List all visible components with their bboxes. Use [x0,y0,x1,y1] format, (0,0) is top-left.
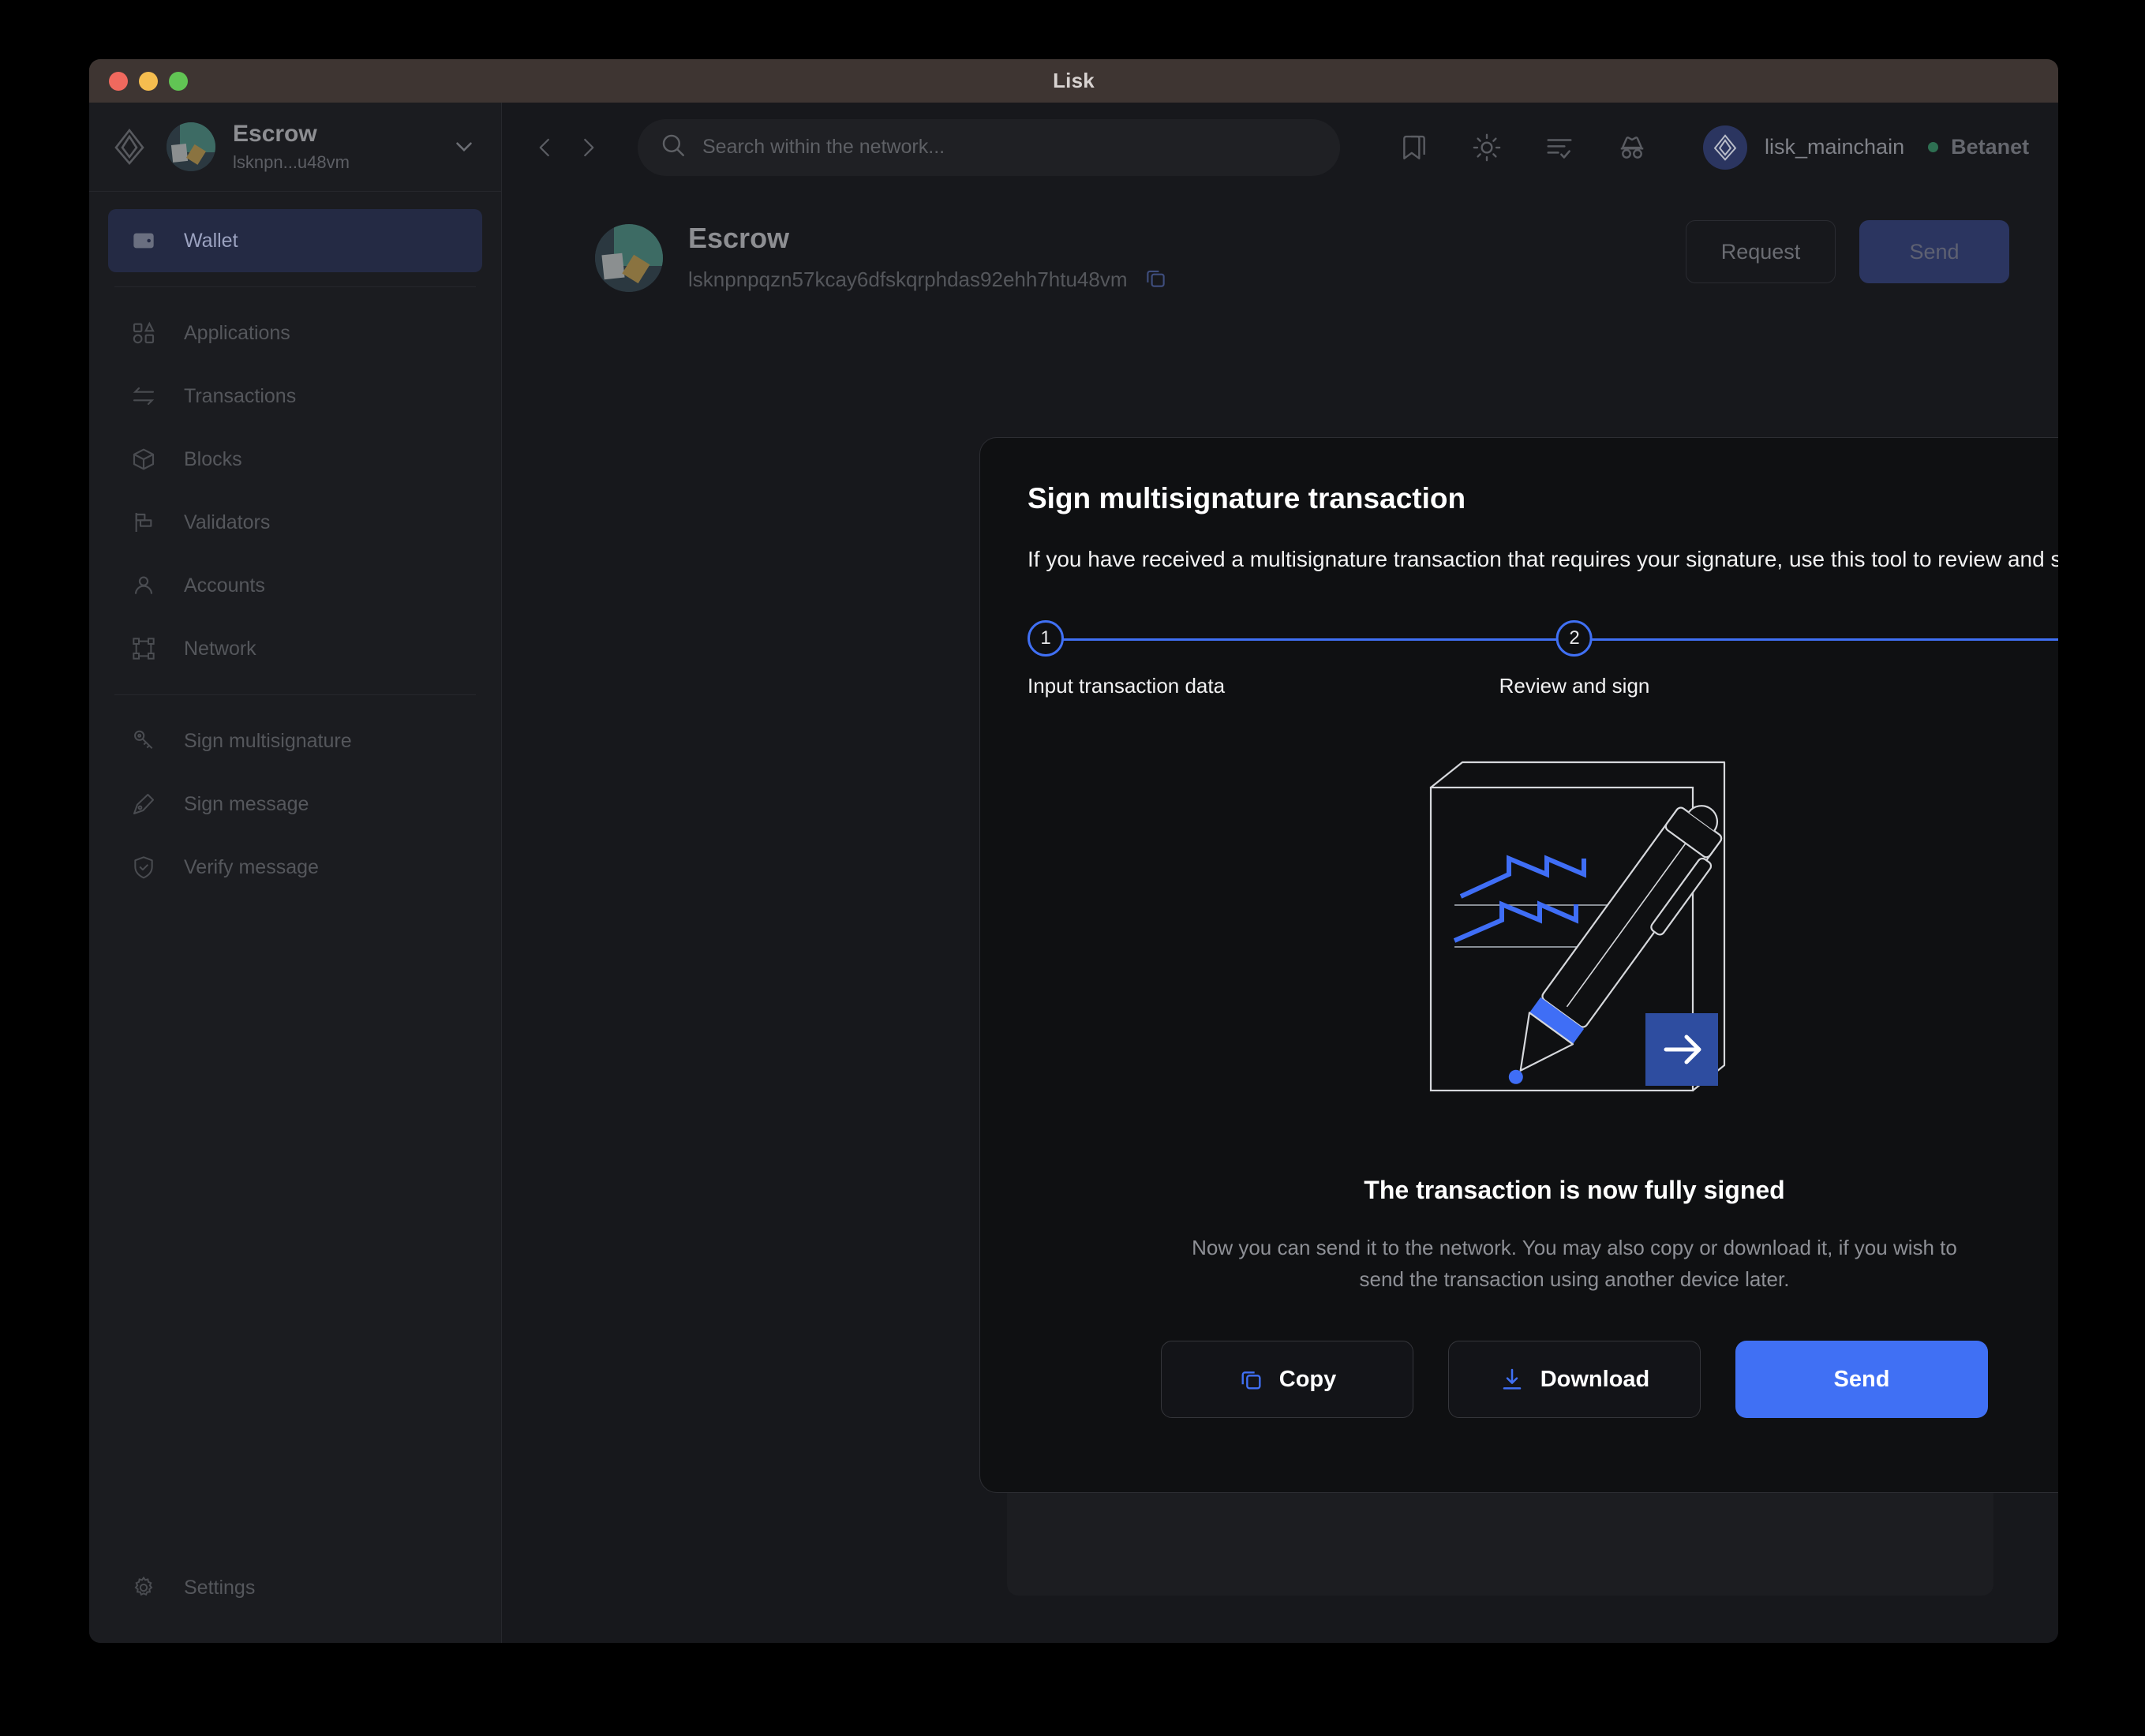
key-icon [130,728,157,754]
sidebar-item-applications[interactable]: Applications [108,301,482,365]
validators-flag-icon [130,509,157,536]
page-title: Escrow [688,222,1167,255]
chevron-down-icon[interactable] [451,133,481,160]
download-button[interactable]: Download [1448,1341,1701,1418]
sidebar-label: Network [184,638,256,660]
copy-icon[interactable] [1144,266,1167,294]
blocks-icon [130,446,157,473]
send-label: Send [1834,1367,1890,1393]
modal-actions: Copy Download Send [1028,1341,2058,1418]
modal-description: If you have received a multisignature tr… [1028,544,2058,576]
account-address-short: lsknpn...u48vm [233,152,451,173]
network-name: lisk_mainchain [1765,135,1904,159]
transactions-icon [130,383,157,410]
sidebar-item-network[interactable]: Network [108,617,482,680]
sidebar-label: Sign message [184,793,309,816]
sidebar-label: Transactions [184,385,296,408]
nav-divider [114,286,476,287]
account-address: lsknpnpqzn57kcay6dfskqrphdas92ehh7htu48v… [688,268,1128,292]
copy-icon [1238,1367,1263,1392]
lisk-logo-icon [1703,125,1747,170]
sidebar-label: Wallet [184,230,238,253]
account-header: Escrow lsknpnpqzn57kcay6dfskqrphdas92ehh… [502,192,2058,294]
accounts-person-icon [130,572,157,599]
network-status-dot [1928,142,1938,152]
network-chip[interactable]: lisk_mainchain Betanet [1703,125,2029,170]
gear-icon [130,1574,157,1601]
sidebar-label: Applications [184,322,290,345]
account-name: Escrow [233,121,451,148]
window-titlebar: Lisk [89,59,2058,103]
pen-nib-icon [130,791,157,817]
sidebar-item-settings[interactable]: Settings [108,1556,482,1619]
sun-theme-icon[interactable] [1465,125,1509,170]
lisk-logo-icon [113,129,146,165]
result-description: Now you can send it to the network. You … [1176,1232,1973,1296]
sidebar-label: Verify message [184,856,319,879]
sign-multisignature-modal: Sign multisignature transaction If you h… [979,437,2058,1493]
main-content: lisk_mainchain Betanet Escrow lsknpnpqzn… [502,103,2058,1643]
send-button[interactable]: Send [1735,1341,1988,1418]
signed-document-pen-illustration [1409,756,1740,1135]
copy-button[interactable]: Copy [1161,1341,1413,1418]
stepper-step-2[interactable]: 2 Review and sign [1499,620,1650,698]
search-input[interactable] [702,136,1318,159]
send-button[interactable]: Send [1859,220,2009,283]
account-avatar [167,122,215,171]
sidebar-label: Settings [184,1577,255,1599]
account-actions: Request Send [1686,220,2009,283]
account-switcher[interactable]: Escrow lsknpn...u48vm [89,103,501,192]
list-check-icon[interactable] [1537,125,1582,170]
sidebar-item-verify-message[interactable]: Verify message [108,836,482,899]
network-environment: Betanet [1951,135,2029,159]
sidebar-label: Validators [184,511,270,534]
chevron-right-icon[interactable] [567,126,609,169]
stepper: 1 Input transaction data 2 Review and si… [1028,620,2058,707]
request-button[interactable]: Request [1686,220,1836,283]
sidebar-item-sign-multisignature[interactable]: Sign multisignature [108,709,482,773]
window-title: Lisk [89,69,2058,93]
network-nodes-icon [130,635,157,662]
sidebar-item-blocks[interactable]: Blocks [108,428,482,491]
sidebar-nav: Wallet Applications [89,192,501,1556]
sidebar-item-wallet[interactable]: Wallet [108,209,482,272]
chevron-left-icon[interactable] [524,126,567,169]
sidebar-label: Sign multisignature [184,730,352,753]
sidebar-label: Blocks [184,448,242,471]
search-icon [660,132,687,163]
sidebar-item-sign-message[interactable]: Sign message [108,773,482,836]
stepper-step-1[interactable]: 1 Input transaction data [1028,620,1225,698]
copy-label: Copy [1279,1367,1337,1393]
incognito-icon[interactable] [1610,125,1654,170]
app-window: Lisk Escrow lsknpn...u48vm [89,59,2058,1643]
download-label: Download [1540,1367,1650,1393]
step-label: Input transaction data [1028,674,1225,698]
sidebar-item-accounts[interactable]: Accounts [108,554,482,617]
nav-divider [114,694,476,695]
search-box[interactable] [638,119,1340,176]
bookmark-icon[interactable] [1392,125,1436,170]
step-label: Review and sign [1499,674,1650,698]
sidebar-item-validators[interactable]: Validators [108,491,482,554]
sidebar-item-transactions[interactable]: Transactions [108,365,482,428]
step-number: 1 [1028,620,1064,657]
topbar-icon-group [1364,125,1654,170]
sidebar-label: Accounts [184,574,265,597]
modal-title: Sign multisignature transaction [1028,482,2058,515]
result-title: The transaction is now fully signed [1028,1176,2058,1205]
step-number: 2 [1556,620,1593,657]
download-icon [1499,1367,1525,1392]
shield-check-icon [130,854,157,881]
avatar [595,224,663,292]
applications-icon [130,320,157,346]
topbar: lisk_mainchain Betanet [502,103,2058,192]
wallet-icon [130,227,157,254]
sidebar: Escrow lsknpn...u48vm Wallet [89,103,502,1643]
